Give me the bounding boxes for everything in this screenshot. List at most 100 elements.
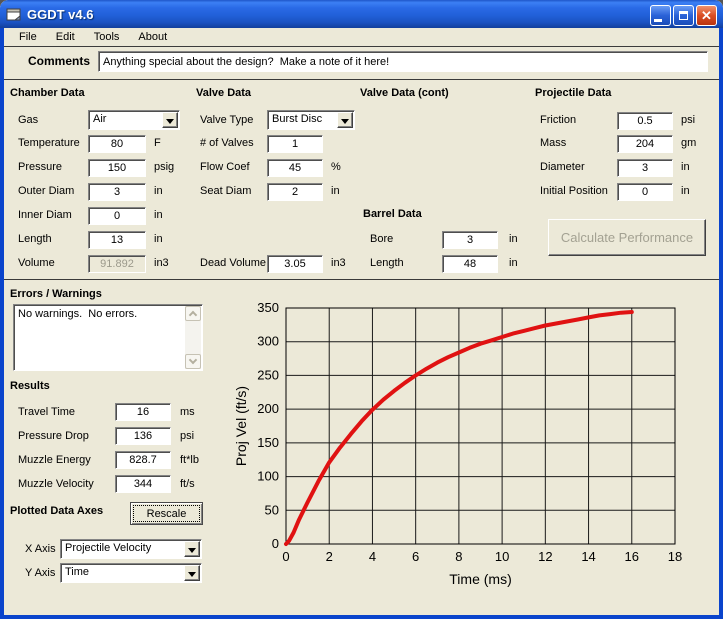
- valve-type-value: Burst Disc: [272, 113, 322, 125]
- friction-input[interactable]: [617, 112, 673, 130]
- rescale-button[interactable]: Rescale: [130, 502, 203, 525]
- svg-text:0: 0: [272, 536, 279, 551]
- valve-type-label: Valve Type: [200, 114, 253, 126]
- minimize-button[interactable]: [650, 5, 671, 26]
- gas-combo[interactable]: Air: [88, 110, 180, 130]
- initial-position-unit: in: [681, 185, 690, 197]
- dropdown-arrow-icon: [188, 572, 196, 581]
- close-button[interactable]: ✕: [696, 5, 717, 26]
- pressure-drop-value[interactable]: [115, 427, 171, 445]
- travel-time-label: Travel Time: [18, 406, 75, 418]
- diameter-label: Diameter: [540, 161, 585, 173]
- chamber-length-input[interactable]: [88, 231, 146, 249]
- volume-unit: in3: [154, 257, 169, 269]
- projectile-heading: Projectile Data: [535, 87, 611, 99]
- outer-diam-input[interactable]: [88, 183, 146, 201]
- muzzle-velocity-label: Muzzle Velocity: [18, 478, 94, 490]
- temperature-input[interactable]: [88, 135, 146, 153]
- svg-text:350: 350: [257, 300, 279, 315]
- valve-type-combo-button[interactable]: [337, 112, 353, 128]
- scroll-down-button[interactable]: [185, 354, 201, 369]
- gas-value: Air: [93, 113, 106, 125]
- muzzle-energy-label: Muzzle Energy: [18, 454, 91, 466]
- seat-diam-label: Seat Diam: [200, 185, 251, 197]
- travel-time-value[interactable]: [115, 403, 171, 421]
- svg-text:4: 4: [369, 549, 376, 564]
- chamber-length-label: Length: [18, 233, 52, 245]
- y-axis-label: Y Axis: [25, 567, 55, 579]
- menu-about[interactable]: About: [129, 29, 177, 45]
- seat-diam-input[interactable]: [267, 183, 323, 201]
- outer-diam-label: Outer Diam: [18, 185, 74, 197]
- seat-diam-unit: in: [331, 185, 340, 197]
- x-axis-label: X Axis: [25, 543, 56, 555]
- diameter-input[interactable]: [617, 159, 673, 177]
- comments-input[interactable]: [98, 51, 708, 72]
- muzzle-velocity-value[interactable]: [115, 475, 171, 493]
- barrel-length-input[interactable]: [442, 255, 498, 273]
- chamber-length-unit: in: [154, 233, 163, 245]
- bore-label: Bore: [370, 233, 393, 245]
- comments-label: Comments: [28, 54, 90, 68]
- menu-bar: File Edit Tools About: [4, 28, 719, 47]
- svg-text:300: 300: [257, 334, 279, 349]
- svg-text:250: 250: [257, 367, 279, 382]
- comments-divider: [4, 79, 719, 80]
- volume-input: [88, 255, 146, 273]
- svg-text:14: 14: [581, 549, 595, 564]
- initial-position-input[interactable]: [617, 183, 673, 201]
- flow-coef-unit: %: [331, 161, 341, 173]
- temperature-label: Temperature: [18, 137, 80, 149]
- pressure-label: Pressure: [18, 161, 62, 173]
- menu-tools[interactable]: Tools: [85, 29, 130, 45]
- title-bar[interactable]: GGDT v4.6 ✕: [0, 0, 723, 28]
- window-border-left: [0, 28, 4, 619]
- svg-text:0: 0: [282, 549, 289, 564]
- svg-text:150: 150: [257, 435, 279, 450]
- errors-textarea[interactable]: No warnings. No errors.: [13, 304, 203, 371]
- num-valves-input[interactable]: [267, 135, 323, 153]
- bore-input[interactable]: [442, 231, 498, 249]
- valve-type-combo[interactable]: Burst Disc: [267, 110, 355, 130]
- dropdown-arrow-icon: [341, 119, 349, 128]
- x-axis-combo-button[interactable]: [184, 541, 200, 557]
- dead-volume-input[interactable]: [267, 255, 323, 273]
- initial-position-label: Initial Position: [540, 185, 608, 197]
- valve-cont-heading: Valve Data (cont): [360, 87, 449, 99]
- y-axis-combo-button[interactable]: [184, 565, 200, 581]
- scroll-up-button[interactable]: [185, 306, 201, 321]
- dead-volume-label: Dead Volume: [200, 257, 266, 269]
- calculate-performance-button: Calculate Performance: [548, 219, 706, 256]
- menu-file[interactable]: File: [10, 29, 47, 45]
- dropdown-arrow-icon: [188, 548, 196, 557]
- y-axis-combo[interactable]: Time: [60, 563, 202, 583]
- menu-edit[interactable]: Edit: [47, 29, 85, 45]
- svg-text:16: 16: [625, 549, 639, 564]
- svg-text:6: 6: [412, 549, 419, 564]
- gas-combo-button[interactable]: [162, 112, 178, 128]
- pressure-input[interactable]: [88, 159, 146, 177]
- flow-coef-input[interactable]: [267, 159, 323, 177]
- velocity-chart: 024681012141618050100150200250300350Time…: [232, 288, 716, 608]
- minimize-icon: [654, 19, 662, 22]
- maximize-icon: [679, 11, 688, 20]
- barrel-length-label: Length: [370, 257, 404, 269]
- x-axis-combo[interactable]: Projectile Velocity: [60, 539, 202, 559]
- x-axis-value: Projectile Velocity: [65, 542, 151, 554]
- chamber-heading: Chamber Data: [10, 87, 85, 99]
- svg-text:50: 50: [265, 502, 279, 517]
- maximize-button[interactable]: [673, 5, 694, 26]
- mass-input[interactable]: [617, 135, 673, 153]
- dead-volume-unit: in3: [331, 257, 346, 269]
- inner-diam-input[interactable]: [88, 207, 146, 225]
- pressure-unit: psig: [154, 161, 174, 173]
- svg-text:Time (ms): Time (ms): [449, 571, 511, 587]
- svg-text:Proj Vel (ft/s): Proj Vel (ft/s): [233, 386, 249, 466]
- svg-text:10: 10: [495, 549, 509, 564]
- errors-scrollbar[interactable]: [185, 306, 201, 369]
- errors-heading: Errors / Warnings: [10, 288, 102, 300]
- pressure-drop-label: Pressure Drop: [18, 430, 89, 442]
- muzzle-energy-value[interactable]: [115, 451, 171, 469]
- inner-diam-label: Inner Diam: [18, 209, 72, 221]
- temperature-unit: F: [154, 137, 161, 149]
